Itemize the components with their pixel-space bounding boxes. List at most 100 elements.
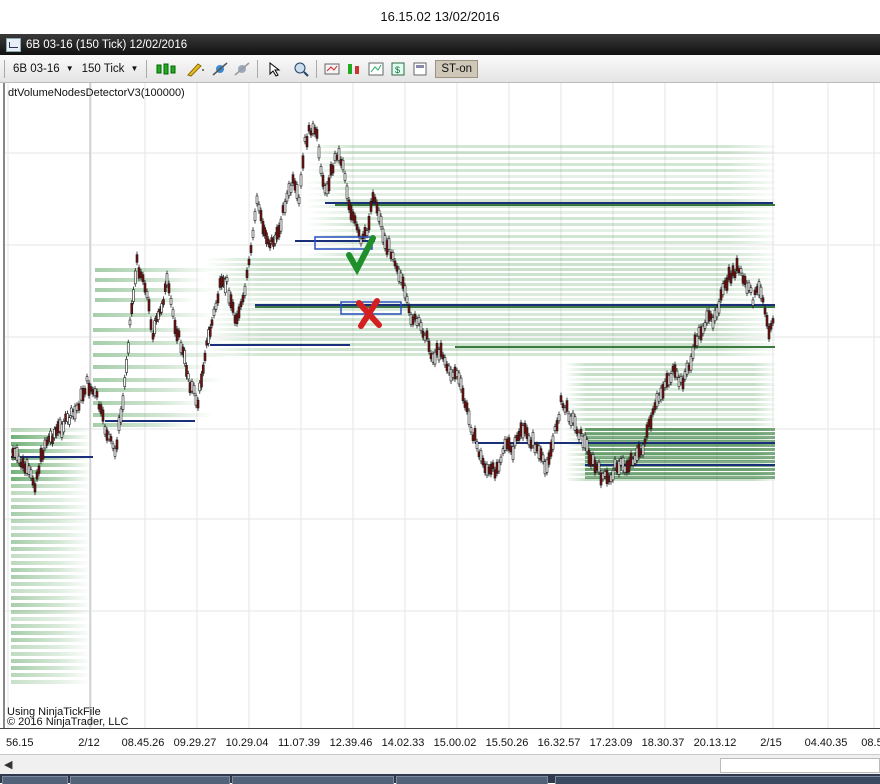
candle-body (283, 201, 287, 213)
candle-body (357, 229, 361, 237)
candle-body (153, 320, 157, 334)
chart-properties-icon (368, 62, 384, 75)
volume-node-band (95, 288, 215, 292)
candle-body (73, 405, 77, 420)
volume-node-band (11, 561, 91, 565)
scroll-thumb[interactable] (720, 758, 880, 773)
candle-body (367, 216, 371, 231)
candle-body (62, 421, 66, 433)
volume-node-band (93, 423, 193, 427)
chart-properties-button[interactable] (366, 59, 386, 79)
candlestick-style-button[interactable] (152, 59, 180, 79)
volume-node-band (11, 533, 91, 537)
volume-node-band (305, 187, 775, 190)
indicators-button[interactable] (344, 59, 364, 79)
candle-body (147, 299, 151, 312)
candle-body (126, 342, 130, 354)
candle-body (425, 330, 429, 340)
st-on-button[interactable]: ST-on (435, 59, 479, 78)
volume-node-band (11, 582, 91, 586)
candle-body (405, 295, 409, 303)
volume-node-band (305, 169, 775, 172)
volume-node-band (11, 484, 91, 488)
candle-body (91, 389, 95, 395)
os-taskbar (0, 774, 880, 784)
window-titlebar[interactable]: 6B 03-16 (150 Tick) 12/02/2016 (0, 34, 880, 55)
candle-body (81, 387, 85, 402)
candle-body (345, 185, 349, 199)
volume-node-band (205, 273, 775, 276)
candle-body (196, 399, 200, 409)
time-axis-label: 15.50.26 (485, 737, 529, 749)
volume-node-band (11, 603, 91, 607)
candle-body (190, 381, 194, 392)
candle-body (733, 271, 737, 278)
candle-body (83, 388, 87, 395)
chart-panel[interactable] (3, 83, 880, 728)
chart-toolbar: 6B 03-16 ▼ 150 Tick ▼ $ ST-on (0, 55, 880, 83)
candle-body (319, 166, 323, 174)
candle-body (765, 315, 769, 327)
volume-node-band (93, 413, 213, 417)
candle-body (99, 404, 103, 414)
candle-body (227, 290, 231, 304)
candle-body (343, 173, 347, 181)
candle-body (321, 175, 325, 187)
candle-body (239, 301, 243, 308)
candle-body (299, 174, 303, 187)
volume-node-band (11, 505, 91, 509)
candle-body (229, 294, 233, 309)
price-chart[interactable] (5, 83, 880, 728)
volume-node-band (205, 298, 775, 301)
horizontal-scrollbar[interactable]: ◀ (0, 754, 880, 775)
volume-node-band (205, 268, 775, 271)
remove-indicator-button[interactable] (232, 59, 252, 79)
volume-node-band (205, 333, 775, 336)
candle-body (717, 301, 721, 314)
candle-body (183, 350, 187, 364)
volume-node-band (95, 278, 205, 282)
data-box-button[interactable]: $ (388, 59, 408, 79)
add-indicator-button[interactable] (210, 59, 230, 79)
time-axis[interactable]: 56.15 2/12 08.45.26 09.29.27 10.29.04 11.07.3… (0, 728, 880, 755)
drawing-tools-button[interactable] (182, 59, 208, 79)
interval-selector[interactable]: 150 Tick ▼ (78, 59, 143, 79)
candle-body (188, 382, 192, 393)
volume-node-band (11, 659, 91, 663)
volume-node-band (205, 293, 775, 296)
volume-node-band (585, 444, 775, 447)
volume-node-band (305, 157, 775, 160)
instrument-selector[interactable]: 6B 03-16 ▼ (9, 59, 78, 79)
scroll-left-arrow-icon[interactable]: ◀ (4, 758, 12, 771)
candle-body (68, 417, 71, 425)
candle-body (111, 443, 115, 449)
window-linking-button[interactable] (410, 59, 430, 79)
candle-body (407, 305, 411, 314)
zoom-button[interactable] (291, 59, 311, 79)
volume-node-band (205, 348, 775, 351)
volume-node-band (205, 308, 775, 311)
volume-node-band (205, 353, 775, 356)
candle-body (317, 146, 321, 159)
candle-body (85, 376, 89, 382)
candle-body (353, 215, 357, 224)
volume-node-band (11, 519, 91, 523)
chevron-down-icon: ▼ (65, 64, 74, 73)
volume-node-band (11, 645, 91, 649)
candle-body (359, 238, 363, 245)
window-title: 6B 03-16 (150 Tick) 12/02/2016 (26, 38, 188, 51)
candle-body (751, 299, 755, 306)
volume-node-band (11, 498, 91, 502)
candle-body (179, 342, 183, 353)
candle-body (573, 416, 577, 431)
pointer-icon (269, 61, 281, 77)
volume-nodes (11, 145, 775, 684)
time-axis-label: 16.32.57 (537, 737, 581, 749)
candle-body (175, 328, 179, 342)
strategies-button[interactable] (322, 59, 342, 79)
candle-body (531, 432, 535, 446)
candle-body (427, 340, 431, 352)
volume-node-band (305, 193, 775, 196)
candle-body (763, 307, 767, 315)
pointer-button[interactable] (263, 59, 289, 79)
